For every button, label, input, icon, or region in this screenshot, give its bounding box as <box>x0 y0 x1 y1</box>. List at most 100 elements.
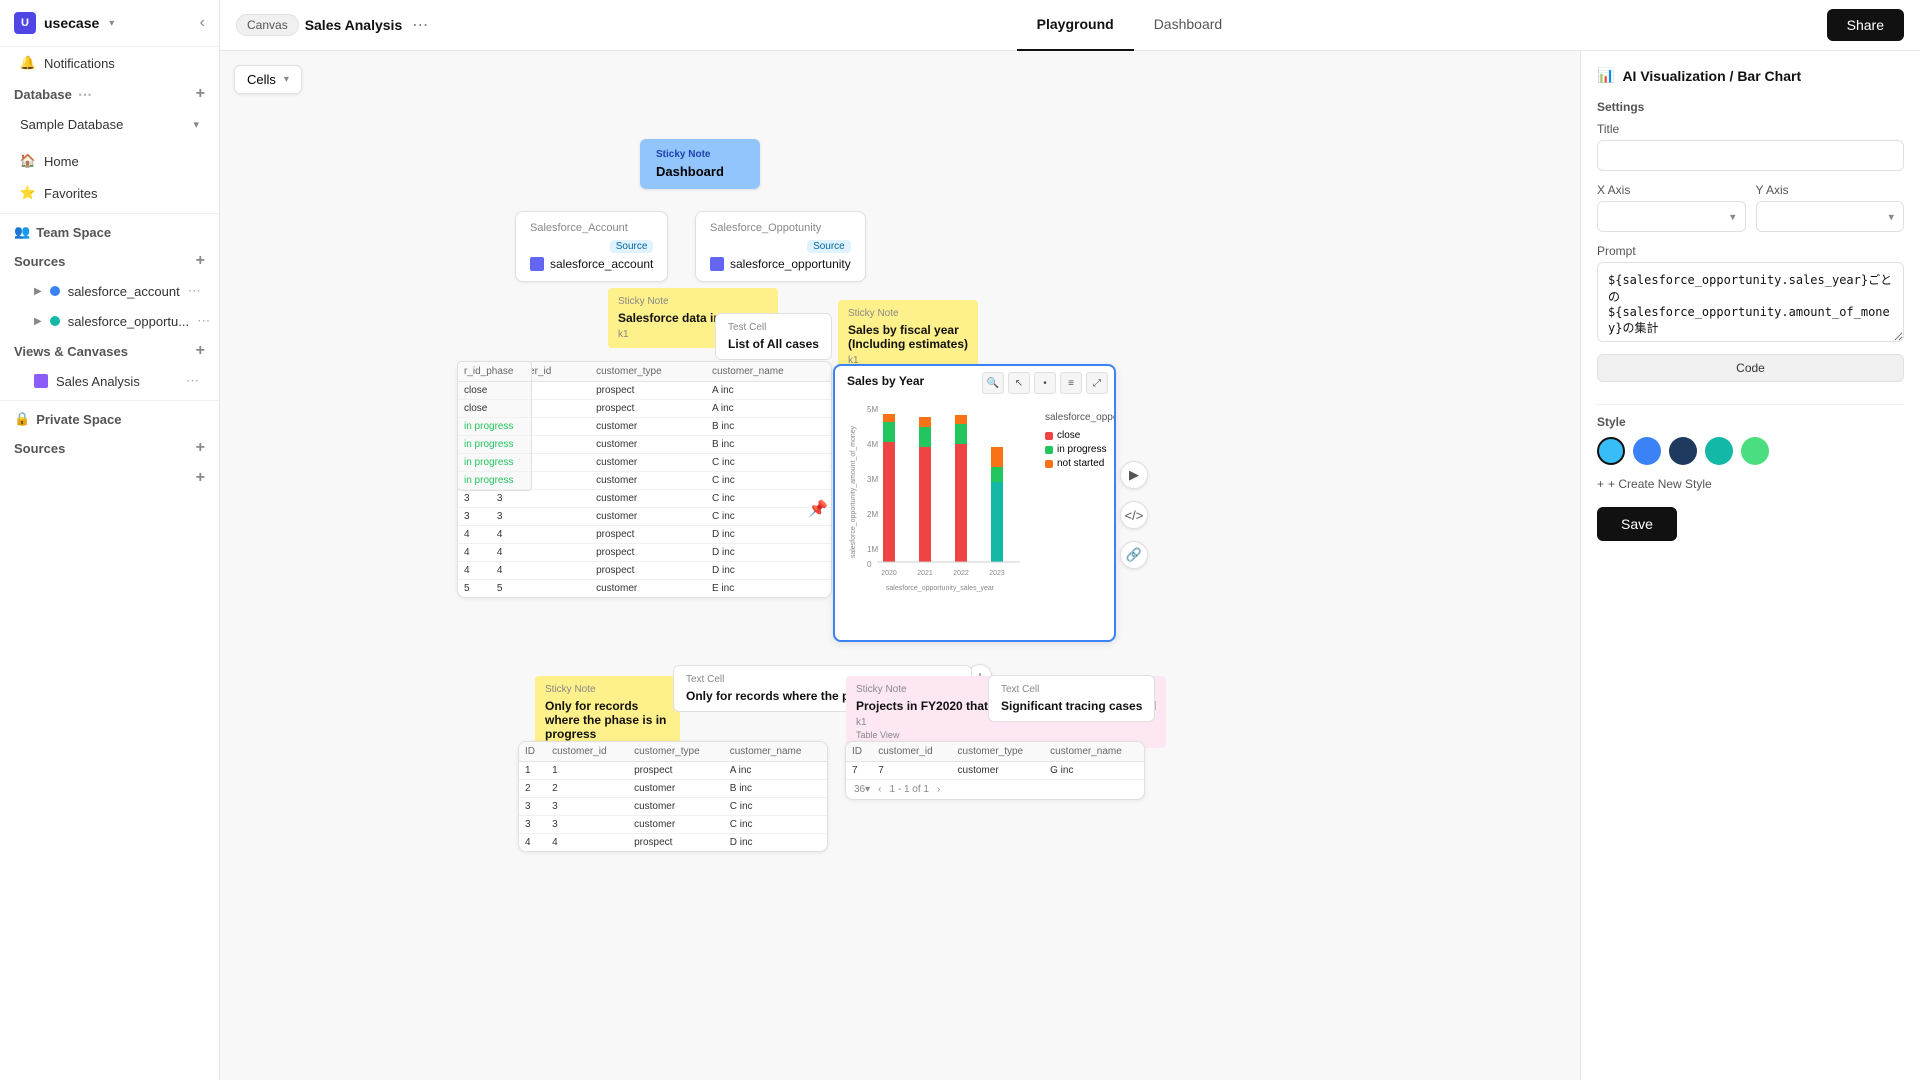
play-button[interactable]: ▶ <box>1120 461 1148 489</box>
chart-ctrl-lines-icon[interactable]: ≡ <box>1060 372 1082 394</box>
phase-val-prog4: in progress <box>458 472 531 490</box>
swatch-1[interactable] <box>1633 437 1661 465</box>
sidebar-item-sales-analysis[interactable]: Sales Analysis ⋯ <box>6 367 213 395</box>
table-row: 33customerC inc <box>458 490 831 508</box>
style-swatches <box>1597 437 1904 465</box>
bar-2023-ns <box>991 447 1003 467</box>
canvas-area[interactable]: Cells ▾ Sticky Note Dashboard Salesforce… <box>220 51 1580 1080</box>
legend-source-label: salesforce_opportunity_phase <box>1045 412 1116 423</box>
axis-row: X Axis Y Axis <box>1597 183 1904 232</box>
sn-label: Sticky Note <box>618 296 768 307</box>
share-button[interactable]: Share <box>1827 9 1904 41</box>
link-button[interactable]: 🔗 <box>1120 541 1148 569</box>
home-icon: 🏠 <box>20 153 36 169</box>
source-opp-name: salesforce_opportunity <box>710 257 851 271</box>
source-more-icon[interactable]: ⋯ <box>188 283 201 299</box>
svg-text:4M: 4M <box>867 440 878 449</box>
main-area: Canvas Sales Analysis ⋯ Playground Dashb… <box>220 0 1920 1080</box>
sticky-note-label: Sticky Note <box>656 149 744 160</box>
sidebar-collapse-icon[interactable]: ‹ <box>200 14 205 32</box>
bar-chart-svg: salesforce_opportunity_amount_of_money 5… <box>845 392 1035 592</box>
text-cell-list-content: List of All cases <box>728 337 819 351</box>
panel-title-row: 📊 AI Visualization / Bar Chart <box>1597 67 1904 84</box>
database-name-item[interactable]: Sample Database ▾ <box>6 110 213 139</box>
bottom-left-table: ID customer_id customer_type customer_na… <box>519 742 827 851</box>
panel-divider <box>1597 404 1904 405</box>
br-col-cid: customer_id <box>872 742 951 762</box>
tab-playground[interactable]: Playground <box>1017 0 1134 51</box>
views-add-icon[interactable]: + <box>196 342 205 360</box>
favorites-label: Favorites <box>44 186 199 201</box>
swatch-3[interactable] <box>1705 437 1733 465</box>
database-expand-icon[interactable]: ▾ <box>193 118 199 131</box>
chart-ctrl-pointer-icon[interactable]: ↖ <box>1008 372 1030 394</box>
svg-text:1M: 1M <box>867 545 878 554</box>
save-button[interactable]: Save <box>1597 507 1677 541</box>
sn-fy-table-label: Table View <box>856 730 1156 740</box>
sn-phase-title: Only for records where the phase is in p… <box>545 699 670 741</box>
sn-phase-label: Sticky Note <box>545 684 670 695</box>
settings-label: Settings <box>1597 100 1904 114</box>
source-opp-more-icon[interactable]: ⋯ <box>197 313 210 329</box>
pin-icon[interactable]: 📌 <box>808 499 828 519</box>
legend-close-label: close <box>1057 430 1080 441</box>
private-sources-add-icon[interactable]: + <box>196 439 205 457</box>
y-axis-select[interactable] <box>1756 201 1905 232</box>
views-canvases-header: Views & Canvases + <box>0 336 219 366</box>
table-row: 44prospectD inc <box>458 526 831 544</box>
database-add-icon[interactable]: + <box>196 85 205 103</box>
legend-progress-label: in progress <box>1057 444 1106 455</box>
source-icon <box>530 257 544 271</box>
team-space-header: 👥 Team Space <box>0 218 219 246</box>
phase-val-close1: close <box>458 382 531 400</box>
sidebar-item-favorites[interactable]: ⭐ Favorites <box>6 178 213 208</box>
chart-legend: salesforce_opportunity_phase close in pr… <box>1045 392 1116 595</box>
sidebar-item-salesforce-opp[interactable]: ▶ salesforce_opportu... ⋯ <box>6 307 213 335</box>
pagination-next[interactable]: › <box>937 784 940 795</box>
private-views-add-icon[interactable]: + <box>196 469 205 487</box>
create-style-button[interactable]: + + Create New Style <box>1597 477 1904 491</box>
canvas-more-icon[interactable]: ⋯ <box>186 373 199 389</box>
table-row: 77customerG inc <box>846 762 1144 780</box>
code-button[interactable]: Code <box>1597 354 1904 382</box>
database-name: Sample Database <box>20 117 185 132</box>
legend-progress-dot <box>1045 446 1053 454</box>
database-more-icon[interactable]: ⋯ <box>78 86 92 103</box>
prompt-textarea[interactable]: ${salesforce_opportunity.sales_year}ごとの$… <box>1597 262 1904 342</box>
legend-not-started: not started <box>1045 458 1116 469</box>
app-logo: U <box>14 12 36 34</box>
pagination-prev[interactable]: ‹ <box>878 784 881 795</box>
swatch-2[interactable] <box>1669 437 1697 465</box>
sources-add-icon[interactable]: + <box>196 252 205 270</box>
chart-ctrl-dot-icon[interactable]: • <box>1034 372 1056 394</box>
title-input[interactable] <box>1597 140 1904 171</box>
table-row: 22customerB inc <box>519 780 827 798</box>
sidebar-item-notifications[interactable]: 🔔 Notifications <box>6 48 213 78</box>
sidebar-item-salesforce-account[interactable]: ▶ salesforce_account ⋯ <box>6 277 213 305</box>
swatch-4[interactable] <box>1741 437 1769 465</box>
sn-fiscal-label: Sticky Note <box>848 308 968 319</box>
tab-dashboard[interactable]: Dashboard <box>1134 0 1243 51</box>
chart-ctrl-expand-icon[interactable]: ⤢ <box>1086 372 1108 394</box>
svg-text:2020: 2020 <box>881 570 897 577</box>
table-row: 33customerC inc <box>519 798 827 816</box>
breadcrumb-more-icon[interactable]: ⋯ <box>408 11 432 39</box>
prompt-label: Prompt <box>1597 244 1904 258</box>
x-axis-select[interactable] <box>1597 201 1746 232</box>
chart-ctrl-zoom-icon[interactable]: 🔍 <box>982 372 1004 394</box>
sidebar-item-home[interactable]: 🏠 Home <box>6 146 213 176</box>
x-axis-col: X Axis <box>1597 183 1746 232</box>
cells-dropdown[interactable]: Cells ▾ <box>234 65 302 94</box>
code-button[interactable]: </> <box>1120 501 1148 529</box>
swatch-0[interactable] <box>1597 437 1625 465</box>
br-col-ctype: customer_type <box>952 742 1045 762</box>
bar-2021-ip <box>919 427 931 447</box>
app-name-chevron-icon[interactable]: ▾ <box>109 18 114 29</box>
source-card-opp-header: Salesforce_Oppotunity <box>710 222 851 234</box>
svg-text:2021: 2021 <box>917 570 933 577</box>
phase-col-card: r_id_phase close close in progress in pr… <box>457 361 532 491</box>
svg-text:salesforce_opportunity_sales_y: salesforce_opportunity_sales_year <box>886 585 995 592</box>
text-cell-tracing: Text Cell Significant tracing cases <box>988 675 1155 722</box>
team-space-label: Team Space <box>36 225 111 240</box>
plus-icon: + <box>1597 477 1604 491</box>
